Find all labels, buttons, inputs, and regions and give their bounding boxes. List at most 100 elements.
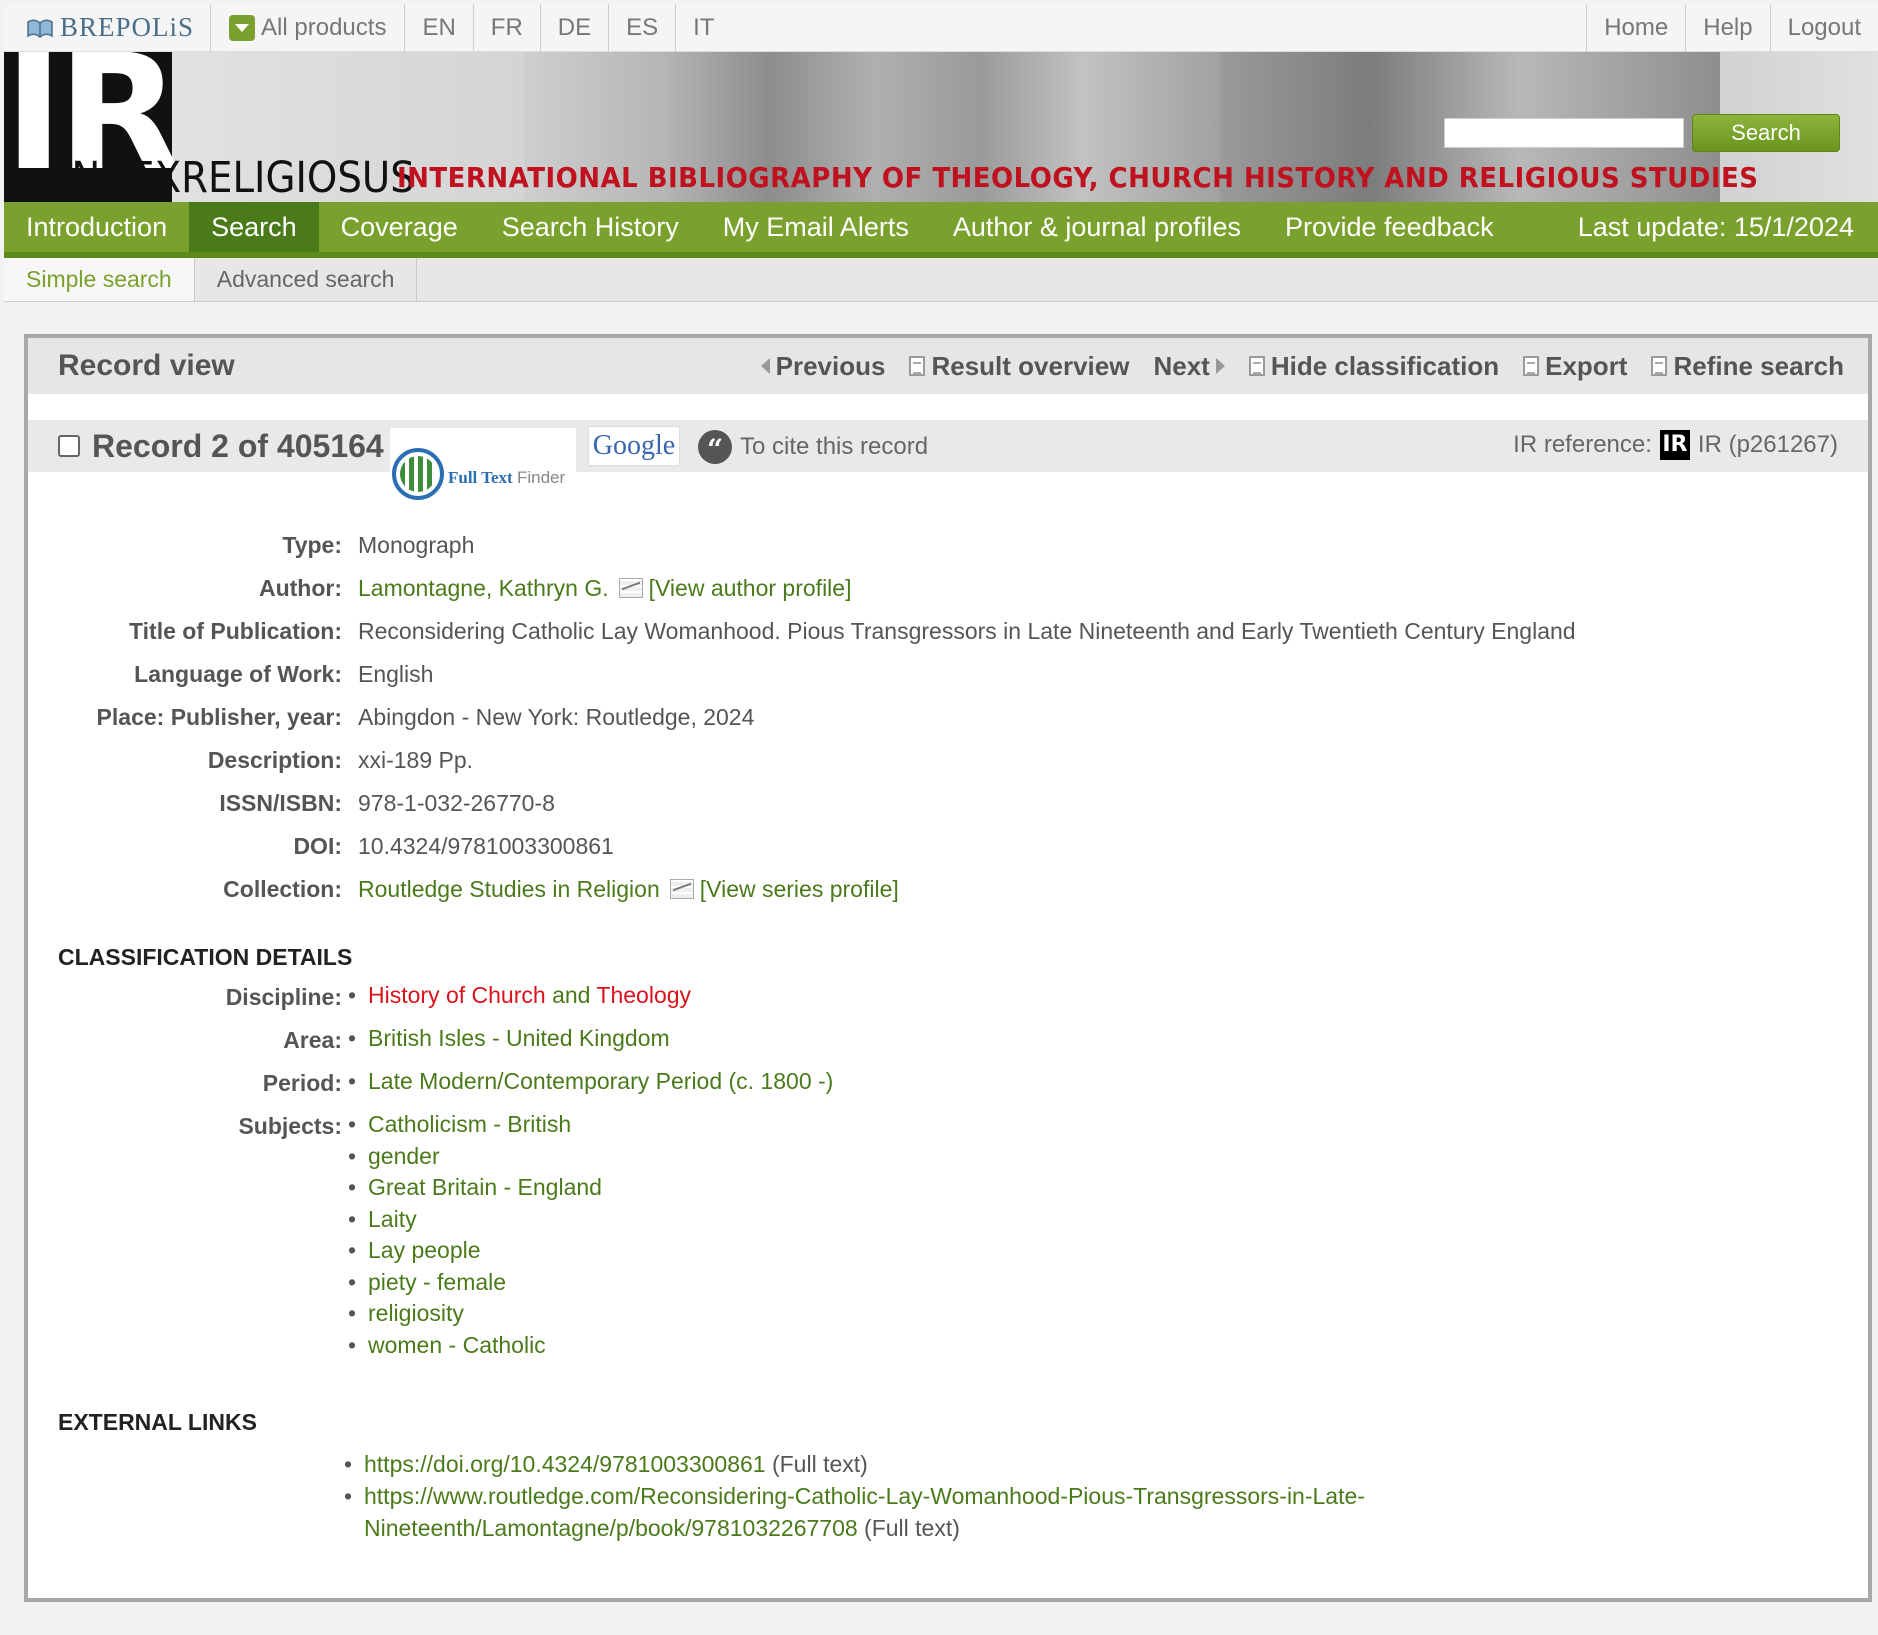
field-place: Place: Publisher, year: Abingdon - New Y… — [96, 704, 755, 730]
subject-item: religiosity — [348, 1298, 602, 1330]
dropdown-icon — [229, 14, 256, 41]
subject-item: Lay people — [348, 1235, 602, 1267]
brepolis-logo[interactable]: BREPOLiS — [4, 4, 212, 51]
refine-search-button[interactable]: Refine search — [1651, 351, 1844, 382]
author-link[interactable]: Lamontagne, Kathryn G. — [358, 575, 609, 601]
field-author: Author: Lamontagne, Kathryn G. [View auth… — [258, 575, 852, 601]
cite-record-link[interactable]: “ To cite this record — [698, 430, 928, 466]
list-icon — [909, 356, 926, 376]
doi-external-link[interactable]: https://doi.org/10.4324/9781003300861 — [364, 1451, 766, 1477]
field-description: Description: xxi-189 Pp. — [207, 747, 474, 773]
classification-heading: CLASSIFICATION DETAILS — [58, 944, 353, 970]
export-icon — [1523, 356, 1540, 376]
chart-icon — [618, 578, 643, 598]
chart-icon — [669, 879, 694, 899]
nav-author-journal-profiles[interactable]: Author & journal profiles — [931, 202, 1263, 252]
arrow-left-icon — [760, 358, 770, 374]
previous-button[interactable]: Previous — [760, 351, 885, 382]
period-item: Late Modern/Contemporary Period (c. 1800… — [348, 1066, 833, 1098]
arrow-right-icon — [1215, 358, 1225, 374]
view-series-profile-link[interactable]: [View series profile] — [700, 876, 899, 902]
subject-item: piety - female — [348, 1267, 602, 1299]
home-link[interactable]: Home — [1586, 4, 1685, 51]
ftf-label: Full Text — [448, 468, 513, 487]
tab-advanced-search[interactable]: Advanced search — [195, 258, 418, 301]
nav-search-history[interactable]: Search History — [480, 202, 701, 252]
subject-item: Laity — [348, 1204, 602, 1236]
subject-item: gender — [348, 1141, 602, 1173]
type-value[interactable]: Monograph — [358, 532, 474, 559]
nav-provide-feedback[interactable]: Provide feedback — [1263, 202, 1516, 252]
export-button[interactable]: Export — [1523, 351, 1627, 382]
nav-introduction[interactable]: Introduction — [4, 202, 189, 252]
lang-fr[interactable]: FR — [474, 4, 541, 51]
help-link[interactable]: Help — [1685, 4, 1769, 51]
brand-name: BREPOLiS — [60, 12, 195, 42]
discipline-theology[interactable]: Theology — [596, 982, 691, 1008]
record-bar: Record 2 of 405164 Full Text Finder Goog… — [28, 420, 1868, 510]
nav-coverage[interactable]: Coverage — [319, 202, 480, 252]
external-links-list: https://doi.org/10.4324/9781003300861 (F… — [344, 1448, 1365, 1544]
nav-search[interactable]: Search — [189, 202, 319, 252]
discipline-history-of-church[interactable]: History of Church — [368, 982, 546, 1008]
top-bar: BREPOLiS All products EN FR DE ES IT Hom… — [4, 4, 1878, 52]
record-view-title: Record view — [58, 349, 235, 382]
sub-nav: Simple search Advanced search — [4, 258, 1878, 302]
main-nav: Introduction Search Coverage Search Hist… — [4, 202, 1878, 258]
logout-link[interactable]: Logout — [1769, 4, 1878, 51]
isbn-value: 978-1-032-26770-8 — [358, 790, 555, 816]
record-select-checkbox[interactable] — [58, 435, 80, 457]
lang-es[interactable]: ES — [609, 4, 677, 51]
place-value: Abingdon - New York: Routledge, 2024 — [358, 704, 755, 730]
subject-item: women - Catholic — [348, 1330, 602, 1362]
ir-logo-icon: IR — [1659, 430, 1690, 460]
view-author-profile-link[interactable]: [View author profile] — [649, 575, 852, 601]
field-type: Type: Monograph — [282, 532, 475, 559]
quick-search-button[interactable]: Search — [1692, 114, 1840, 152]
full-text-finder-button[interactable]: Full Text Finder — [390, 428, 576, 510]
title-value: Reconsidering Catholic Lay Womanhood. Pi… — [358, 618, 1576, 644]
banner: IR INDEXRELIGIOSUS INTERNATIONAL BIBLIOG… — [4, 52, 1878, 202]
ftf-suffix: Finder — [516, 468, 566, 487]
lang-en[interactable]: EN — [405, 4, 474, 51]
description-value: xxi-189 Pp. — [358, 747, 474, 773]
full-text-finder-icon — [392, 448, 444, 500]
lang-it[interactable]: IT — [676, 4, 731, 51]
field-language: Language of Work: English — [134, 661, 434, 688]
all-products-label: All products — [261, 13, 387, 41]
brepolis-book-icon — [27, 19, 53, 38]
doi-value: 10.4324/9781003300861 — [358, 833, 614, 859]
external-link-item: https://doi.org/10.4324/9781003300861 (F… — [344, 1448, 1365, 1480]
collection-link[interactable]: Routledge Studies in Religion — [358, 876, 660, 902]
quick-search-input[interactable] — [1444, 118, 1684, 148]
nav-email-alerts[interactable]: My Email Alerts — [701, 202, 931, 252]
next-button[interactable]: Next — [1153, 351, 1225, 382]
discipline-item: History of Church and Theology — [348, 980, 691, 1012]
record-panel-header: Record view Previous Result overview Nex… — [28, 338, 1868, 394]
record-counter: Record 2 of 405164 — [92, 428, 384, 464]
field-title: Title of Publication: Reconsidering Cath… — [129, 618, 1576, 644]
banner-subtitle: INTERNATIONAL BIBLIOGRAPHY OF THEOLOGY, … — [397, 161, 1759, 194]
ir-reference: IR reference: IR IR (p261267) — [1513, 430, 1838, 460]
index-religiosus-wordmark: INDEXRELIGIOSUS — [60, 153, 415, 202]
hide-classification-button[interactable]: Hide classification — [1248, 351, 1499, 382]
language-value[interactable]: English — [358, 661, 433, 688]
classification-icon — [1248, 356, 1265, 376]
record-fields: Type: Monograph Author: Lamontagne, Kath… — [28, 524, 1868, 911]
last-update: Last update: 15/1/2024 — [1577, 211, 1854, 242]
google-search-button[interactable]: Google — [588, 426, 680, 466]
subject-item: Catholicism - British — [348, 1109, 602, 1141]
external-links-heading: EXTERNAL LINKS — [58, 1409, 257, 1435]
all-products-menu[interactable]: All products — [211, 4, 406, 51]
lang-de[interactable]: DE — [541, 4, 610, 51]
field-collection: Collection: Routledge Studies in Religio… — [223, 876, 899, 902]
area-item: British Isles - United Kingdom — [348, 1023, 670, 1055]
record-panel: Record view Previous Result overview Nex… — [24, 334, 1872, 1602]
tab-simple-search[interactable]: Simple search — [4, 258, 195, 301]
page: BREPOLiS All products EN FR DE ES IT Hom… — [0, 0, 1878, 1635]
refine-icon — [1651, 356, 1668, 376]
quote-icon: “ — [698, 430, 732, 466]
field-isbn: ISSN/ISBN: 978-1-032-26770-8 — [219, 790, 555, 816]
result-overview-button[interactable]: Result overview — [909, 351, 1129, 382]
subject-item: Great Britain - England — [348, 1172, 602, 1204]
